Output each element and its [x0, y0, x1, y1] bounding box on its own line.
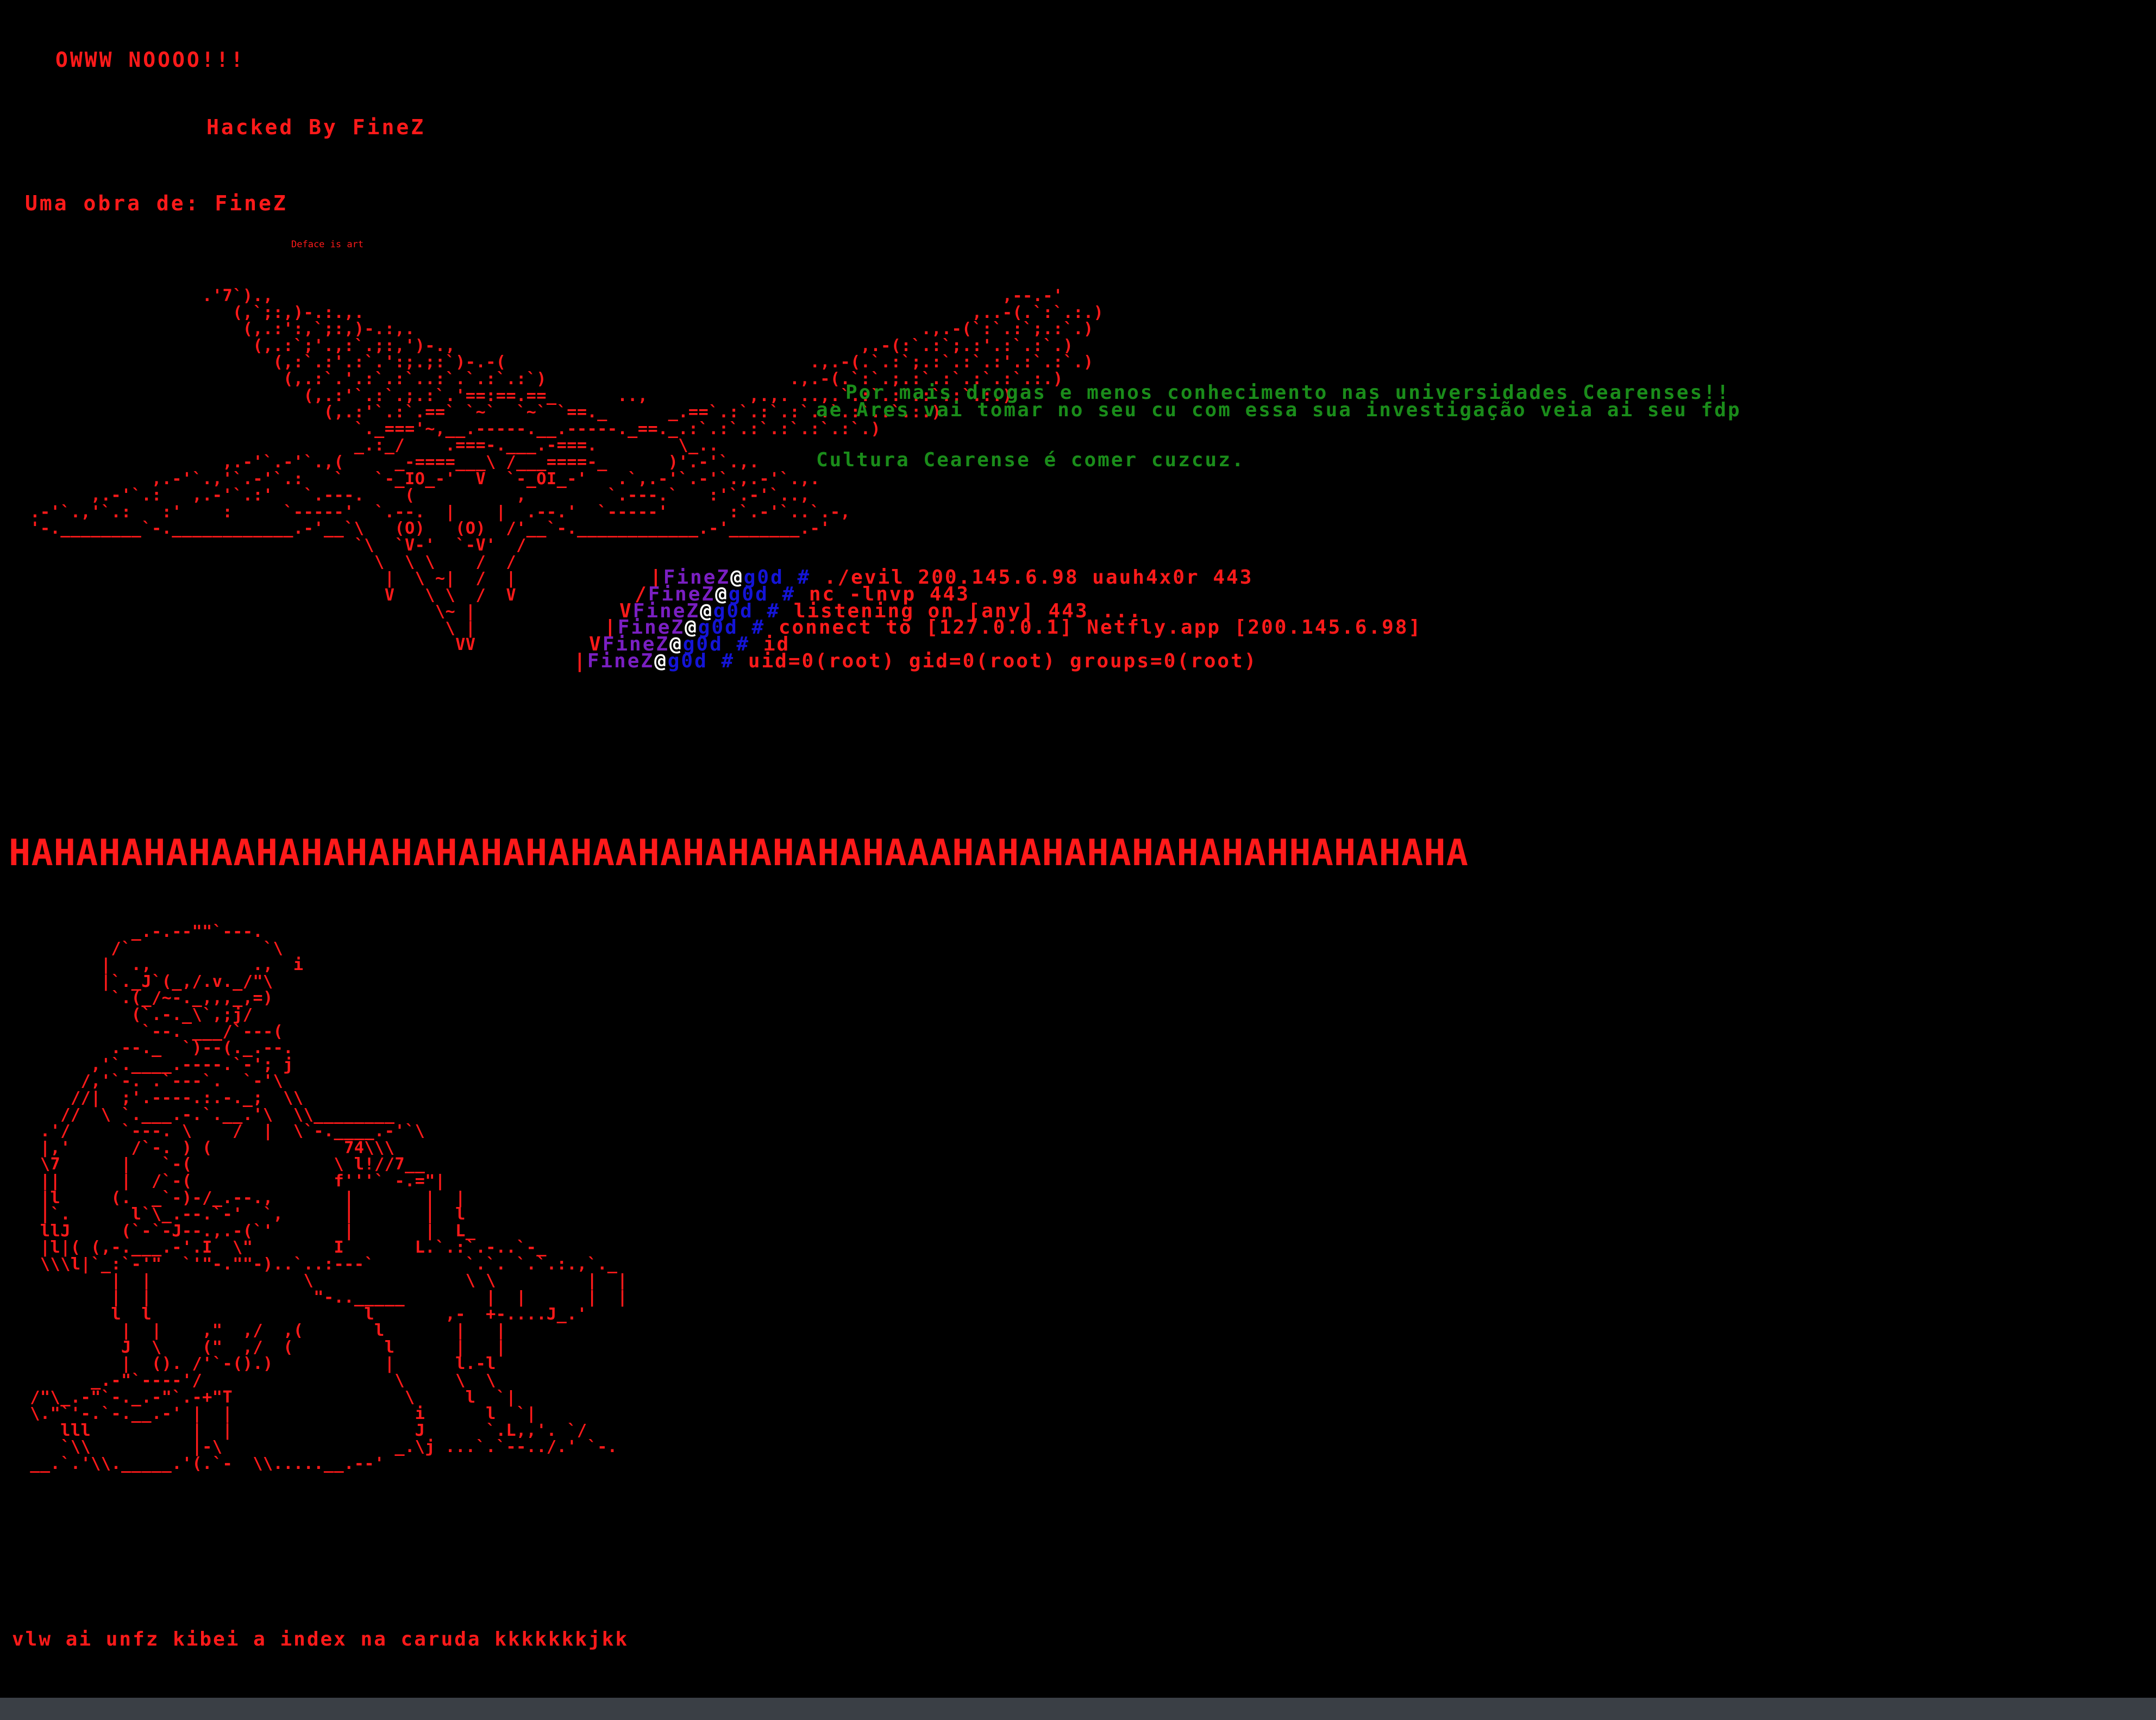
terminal-at: @ [654, 650, 668, 672]
laugh-banner: HAHAHAHAHAAHAHAHAHAHAHAHAHAAHAHAHAHAHAHA… [9, 831, 1469, 874]
title-hacked-by: Hacked By FineZ [206, 115, 426, 139]
terminal-pipe: | [574, 650, 587, 672]
deface-is-art-caption: Deface is art [291, 239, 364, 250]
message-line-2: ae Ares vai tomar no seu cu com essa sua… [816, 399, 1741, 421]
terminal-line: |FineZ@g0d # uid=0(root) gid=0(root) gro… [574, 650, 1257, 672]
bottom-scroll-bar[interactable] [0, 1698, 2156, 1720]
title-owww-nooo: OWWW NOOOO!!! [55, 48, 246, 72]
terminal-host: g0d [667, 650, 708, 672]
terminal-command: connect to [127.0.0.1] Netfly.app [200.1… [778, 616, 1422, 639]
terminal-command: uid=0(root) gid=0(root) groups=0(root) [748, 650, 1258, 672]
terminal-user: FineZ [587, 650, 655, 672]
message-line-3: Cultura Cearense é comer cuzcuz. [816, 449, 1245, 471]
terminal-prompt: # [707, 650, 748, 672]
title-obra: Uma obra de: FineZ [25, 191, 288, 215]
skeleton-ascii-art: _.-.--""`---. /` `\ | ., ., i |`._J`(_,/… [30, 922, 628, 1473]
footer-text: vlw ai unfz kibei a index na caruda kkkk… [12, 1628, 629, 1650]
